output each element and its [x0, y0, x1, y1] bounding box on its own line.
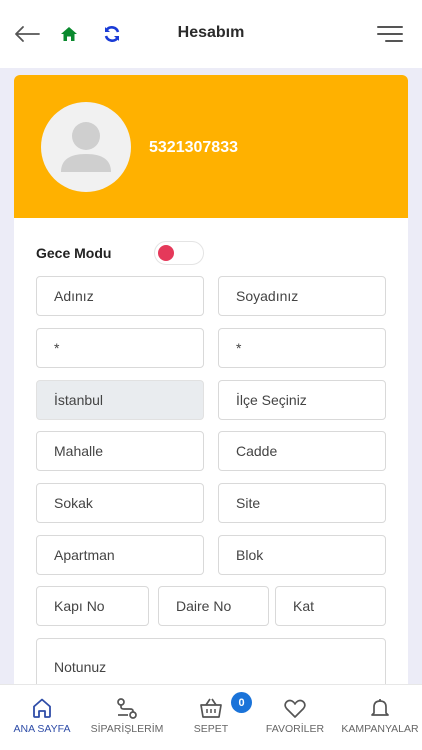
nav-orders[interactable]: SİPARİŞLERİM — [86, 685, 168, 750]
app-header: Hesabım — [0, 0, 422, 68]
night-mode-label: Gece Modu — [36, 245, 112, 261]
basket-icon — [200, 698, 222, 718]
home-icon — [33, 698, 51, 718]
account-card: 5321307833 Gece Modu Adınız Soyadınız * … — [14, 75, 408, 715]
night-mode-toggle[interactable] — [154, 241, 204, 265]
menu-button[interactable] — [376, 20, 404, 48]
first-name-input[interactable]: Adınız — [36, 276, 204, 316]
last-name-input[interactable]: Soyadınız — [218, 276, 386, 316]
site-input[interactable]: Site — [218, 483, 386, 523]
nav-orders-label: SİPARİŞLERİM — [90, 723, 164, 735]
required-field-1[interactable]: * — [36, 328, 204, 368]
cart-count-badge: 0 — [231, 692, 252, 713]
city-select[interactable]: İstanbul — [36, 380, 204, 420]
nav-cart[interactable]: SEPET — [186, 685, 236, 750]
toggle-knob — [158, 245, 174, 261]
route-icon — [117, 698, 137, 719]
nav-favorites[interactable]: FAVORİLER — [264, 685, 326, 750]
menu-icon — [377, 26, 403, 42]
page-title: Hesabım — [177, 24, 245, 41]
floor-input[interactable]: Kat — [275, 586, 386, 626]
nav-favorites-label: FAVORİLER — [265, 723, 325, 735]
bottom-nav: ANA SAYFA SİPARİŞLERİM SEPET FAVORİLER K… — [0, 684, 422, 750]
nav-home[interactable]: ANA SAYFA — [10, 685, 74, 750]
nav-cart-label: SEPET — [193, 723, 229, 735]
district-select[interactable]: İlçe Seçiniz — [218, 380, 386, 420]
avatar[interactable] — [41, 102, 131, 192]
lane-input[interactable]: Sokak — [36, 483, 204, 523]
nav-campaigns[interactable]: KAMPANYALAR — [338, 685, 422, 750]
required-field-2[interactable]: * — [218, 328, 386, 368]
heart-icon — [284, 699, 306, 718]
nav-campaigns-label: KAMPANYALAR — [341, 723, 419, 735]
door-no-input[interactable]: Kapı No — [36, 586, 149, 626]
nav-home-label: ANA SAYFA — [13, 723, 71, 735]
street-input[interactable]: Cadde — [218, 431, 386, 471]
user-icon — [61, 122, 111, 172]
phone-number: 5321307833 — [149, 139, 238, 156]
profile-banner: 5321307833 — [14, 75, 408, 218]
bell-icon — [371, 699, 389, 716]
building-input[interactable]: Apartman — [36, 535, 204, 575]
block-input[interactable]: Blok — [218, 535, 386, 575]
neighborhood-input[interactable]: Mahalle — [36, 431, 204, 471]
apartment-no-input[interactable]: Daire No — [158, 586, 269, 626]
